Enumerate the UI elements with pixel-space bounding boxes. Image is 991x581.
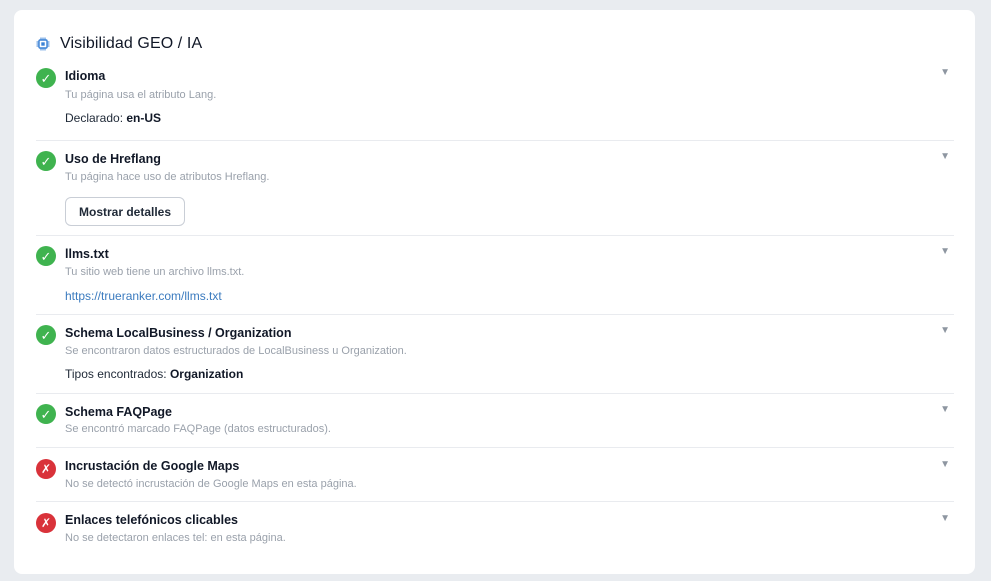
card-header: Visibilidad GEO / IA	[36, 34, 202, 54]
check-fail-icon: ✗	[36, 459, 56, 479]
check-pass-icon: ✓	[36, 68, 56, 88]
check-title: llms.txt	[65, 247, 109, 261]
chevron-down-icon[interactable]: ▼	[940, 459, 950, 470]
check-item-schema-faqpage[interactable]: ✓ Schema FAQPage Se encontró marcado FAQ…	[36, 394, 954, 448]
check-pass-icon: ✓	[36, 404, 56, 424]
check-description: Se encontraron datos estructurados de Lo…	[65, 345, 407, 357]
chevron-down-icon[interactable]: ▼	[940, 246, 950, 257]
detail-value: Organization	[169, 367, 244, 381]
check-item-idioma[interactable]: ✓ Idioma Tu página usa el atributo Lang.…	[36, 62, 954, 141]
check-item-schema-localbusiness[interactable]: ✓ Schema LocalBusiness / Organization Se…	[36, 315, 954, 394]
checks-list: ✓ Idioma Tu página usa el atributo Lang.…	[36, 62, 954, 556]
check-description: Tu página usa el atributo Lang.	[65, 89, 217, 101]
check-item-phone-links[interactable]: ✗ Enlaces telefónicos clicables No se de…	[36, 502, 954, 556]
chevron-down-icon[interactable]: ▼	[940, 325, 950, 336]
check-item-llms-txt[interactable]: ✓ llms.txt Tu sitio web tiene un archivo…	[36, 236, 954, 315]
chip-icon	[36, 37, 50, 51]
check-description: No se detectaron enlaces tel: en esta pá…	[65, 532, 286, 544]
check-title: Incrustación de Google Maps	[65, 459, 240, 473]
check-description: Tu sitio web tiene un archivo llms.txt.	[65, 266, 245, 278]
check-pass-icon: ✓	[36, 246, 56, 266]
chevron-down-icon[interactable]: ▼	[940, 151, 950, 162]
check-title: Idioma	[65, 69, 106, 83]
chevron-down-icon[interactable]: ▼	[940, 67, 950, 78]
check-title: Uso de Hreflang	[65, 152, 161, 166]
check-description: Se encontró marcado FAQPage (datos estru…	[65, 423, 331, 435]
show-details-button[interactable]: Mostrar detalles	[65, 197, 186, 226]
check-detail: Tipos encontrados: Organization	[65, 367, 243, 381]
check-fail-icon: ✗	[36, 513, 56, 533]
llms-txt-link[interactable]: https://trueranker.com/llms.txt	[65, 289, 222, 303]
detail-label: Tipos encontrados:	[65, 367, 167, 381]
card-title: Visibilidad GEO / IA	[60, 35, 203, 52]
check-pass-icon: ✓	[36, 151, 56, 171]
chevron-down-icon[interactable]: ▼	[940, 404, 950, 415]
chevron-down-icon[interactable]: ▼	[940, 513, 950, 524]
check-title: Schema FAQPage	[65, 405, 172, 419]
detail-label: Declarado:	[65, 111, 124, 125]
check-description: Tu página hace uso de atributos Hreflang…	[65, 171, 270, 183]
check-description: No se detectó incrustación de Google Map…	[65, 478, 357, 490]
geo-ai-visibility-card: Visibilidad GEO / IA ✓ Idioma Tu página …	[14, 10, 975, 574]
check-item-hreflang[interactable]: ✓ Uso de Hreflang Tu página hace uso de …	[36, 141, 954, 236]
check-item-google-maps[interactable]: ✗ Incrustación de Google Maps No se dete…	[36, 448, 954, 502]
check-title: Schema LocalBusiness / Organization	[65, 326, 292, 340]
check-title: Enlaces telefónicos clicables	[65, 513, 238, 527]
check-detail: Declarado: en-US	[65, 111, 161, 125]
detail-value: en-US	[126, 111, 162, 125]
check-pass-icon: ✓	[36, 325, 56, 345]
